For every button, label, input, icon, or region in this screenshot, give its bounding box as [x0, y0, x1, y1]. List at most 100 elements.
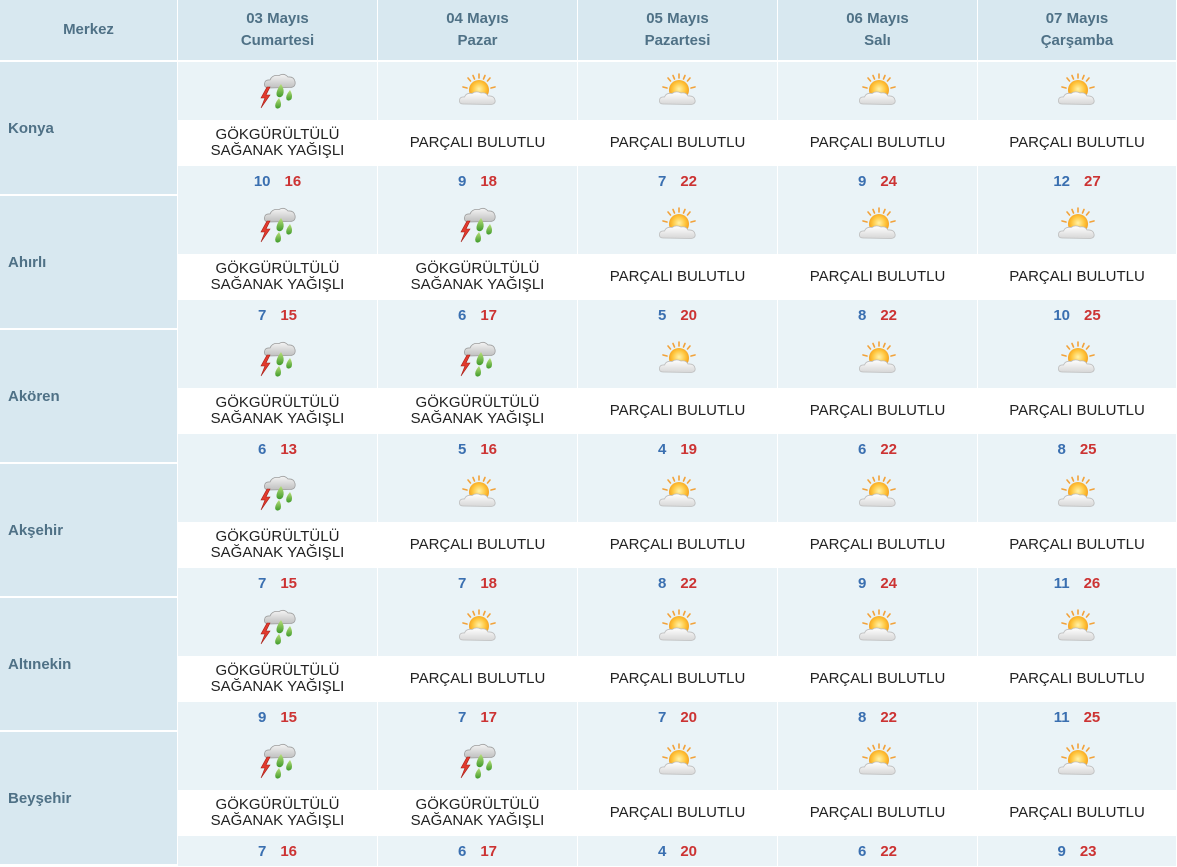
partly-cloudy-icon: [1054, 741, 1100, 781]
min-temperature: 5: [457, 440, 467, 458]
partly-cloudy-icon: [455, 71, 501, 111]
min-temperature: 11: [1053, 708, 1070, 726]
weather-icon-area: [978, 732, 1176, 790]
max-temperature: 19: [680, 440, 698, 458]
min-temperature: 12: [1053, 172, 1070, 190]
weather-description-area: PARÇALI BULUTLU: [578, 254, 777, 300]
weather-description-area: PARÇALI BULUTLU: [778, 790, 977, 836]
weather-description-area: PARÇALI BULUTLU: [778, 388, 977, 434]
thunderstorm-rain-icon: [455, 738, 501, 784]
forecast-cell: PARÇALI BULUTLU 9 24: [778, 464, 978, 598]
weather-description: PARÇALI BULUTLU: [809, 804, 946, 821]
city-name: Akşehir: [8, 521, 64, 539]
forecast-cell: PARÇALI BULUTLU 7 20: [578, 598, 778, 732]
weather-description-area: GÖKGÜRÜLTÜLÜ SAĞANAK YAĞIŞLI: [178, 120, 377, 166]
weather-icon-area: [378, 732, 577, 790]
temperature-area: 9 24: [778, 166, 977, 196]
city-name-cell: Konya: [0, 62, 178, 196]
weather-description-area: GÖKGÜRÜLTÜLÜ SAĞANAK YAĞIŞLI: [178, 656, 377, 702]
partly-cloudy-icon: [655, 339, 701, 379]
max-temperature: 18: [480, 574, 498, 592]
weather-description-area: PARÇALI BULUTLU: [778, 656, 977, 702]
city-name: Altınekin: [8, 655, 72, 673]
header-day: 07 Mayıs Çarşamba: [978, 0, 1177, 62]
temperature-area: 7 16: [178, 836, 377, 866]
max-temperature: 17: [480, 306, 498, 324]
partly-cloudy-icon: [855, 339, 901, 379]
temperature-area: 6 22: [778, 836, 977, 866]
weather-description-area: PARÇALI BULUTLU: [978, 656, 1176, 702]
weather-description-area: PARÇALI BULUTLU: [578, 656, 777, 702]
weather-description: GÖKGÜRÜLTÜLÜ SAĞANAK YAĞIŞLI: [210, 126, 345, 159]
forecast-cell: PARÇALI BULUTLU 9 24: [778, 62, 978, 196]
temperature-area: 7 20: [578, 702, 777, 732]
city-name-cell: Ahırlı: [0, 196, 178, 330]
weather-icon-area: [578, 732, 777, 790]
weather-description-area: GÖKGÜRÜLTÜLÜ SAĞANAK YAĞIŞLI: [178, 522, 377, 568]
weather-icon-area: [178, 732, 377, 790]
max-temperature: 22: [680, 172, 698, 190]
partly-cloudy-icon: [1054, 339, 1100, 379]
weather-description-area: PARÇALI BULUTLU: [978, 522, 1176, 568]
weather-description-area: PARÇALI BULUTLU: [378, 120, 577, 166]
max-temperature: 23: [1079, 842, 1097, 860]
weather-icon-area: [378, 330, 577, 388]
forecast-cell: PARÇALI BULUTLU 7 22: [578, 62, 778, 196]
min-temperature: 7: [257, 574, 267, 592]
weather-description: PARÇALI BULUTLU: [609, 402, 746, 419]
weather-description: PARÇALI BULUTLU: [1009, 268, 1145, 285]
weather-description: PARÇALI BULUTLU: [1009, 670, 1145, 687]
max-temperature: 25: [1083, 708, 1101, 726]
forecast-cell: PARÇALI BULUTLU 6 22: [778, 330, 978, 464]
weather-description-area: PARÇALI BULUTLU: [778, 254, 977, 300]
header-day-weekday: Çarşamba: [1040, 32, 1114, 49]
weather-description-area: PARÇALI BULUTLU: [578, 522, 777, 568]
min-temperature: 7: [257, 306, 267, 324]
max-temperature: 22: [680, 574, 698, 592]
temperature-area: 8 22: [778, 702, 977, 732]
weather-description: PARÇALI BULUTLU: [1009, 134, 1145, 151]
header-day-date: 06 Mayıs: [846, 10, 909, 27]
max-temperature: 22: [880, 842, 898, 860]
temperature-area: 5 16: [378, 434, 577, 464]
max-temperature: 17: [480, 842, 498, 860]
min-temperature: 7: [457, 708, 467, 726]
partly-cloudy-icon: [1054, 71, 1100, 111]
weather-description: PARÇALI BULUTLU: [409, 670, 546, 687]
city-name-cell: Beyşehir: [0, 732, 178, 866]
forecast-cell: PARÇALI BULUTLU 4 20: [578, 732, 778, 866]
temperature-area: 9 18: [378, 166, 577, 196]
weather-description: PARÇALI BULUTLU: [809, 536, 946, 553]
weather-description-area: PARÇALI BULUTLU: [378, 656, 577, 702]
min-temperature: 7: [257, 842, 267, 860]
forecast-cell: GÖKGÜRÜLTÜLÜ SAĞANAK YAĞIŞLI 10 16: [178, 62, 378, 196]
temperature-area: 9 23: [978, 836, 1176, 866]
forecast-cell: PARÇALI BULUTLU 8 22: [778, 598, 978, 732]
max-temperature: 27: [1084, 172, 1101, 190]
header-day-date: 07 Mayıs: [1045, 10, 1109, 27]
max-temperature: 15: [280, 306, 298, 324]
weather-description: GÖKGÜRÜLTÜLÜ SAĞANAK YAĞIŞLI: [210, 662, 345, 695]
weather-description: PARÇALI BULUTLU: [1009, 536, 1145, 553]
temperature-area: 11 25: [978, 702, 1176, 732]
partly-cloudy-icon: [655, 205, 701, 245]
weather-description-area: GÖKGÜRÜLTÜLÜ SAĞANAK YAĞIŞLI: [178, 790, 377, 836]
forecast-cell: GÖKGÜRÜLTÜLÜ SAĞANAK YAĞIŞLI 7 15: [178, 196, 378, 330]
partly-cloudy-icon: [1054, 473, 1100, 513]
city-name: Konya: [8, 119, 54, 137]
min-temperature: 10: [253, 172, 271, 190]
header-day-date: 04 Mayıs: [446, 10, 509, 27]
min-temperature: 6: [457, 306, 467, 324]
forecast-cell: PARÇALI BULUTLU 4 19: [578, 330, 778, 464]
partly-cloudy-icon: [655, 607, 701, 647]
partly-cloudy-icon: [855, 205, 901, 245]
weather-description: PARÇALI BULUTLU: [1009, 402, 1145, 419]
min-temperature: 8: [1057, 440, 1066, 458]
min-temperature: 9: [857, 574, 867, 592]
forecast-cell: PARÇALI BULUTLU 12 27: [978, 62, 1177, 196]
weather-icon-area: [378, 598, 577, 656]
header-day-date: 03 Mayıs: [246, 10, 309, 27]
min-temperature: 6: [457, 842, 467, 860]
city-name-cell: Akşehir: [0, 464, 178, 598]
city-name-cell: Altınekin: [0, 598, 178, 732]
